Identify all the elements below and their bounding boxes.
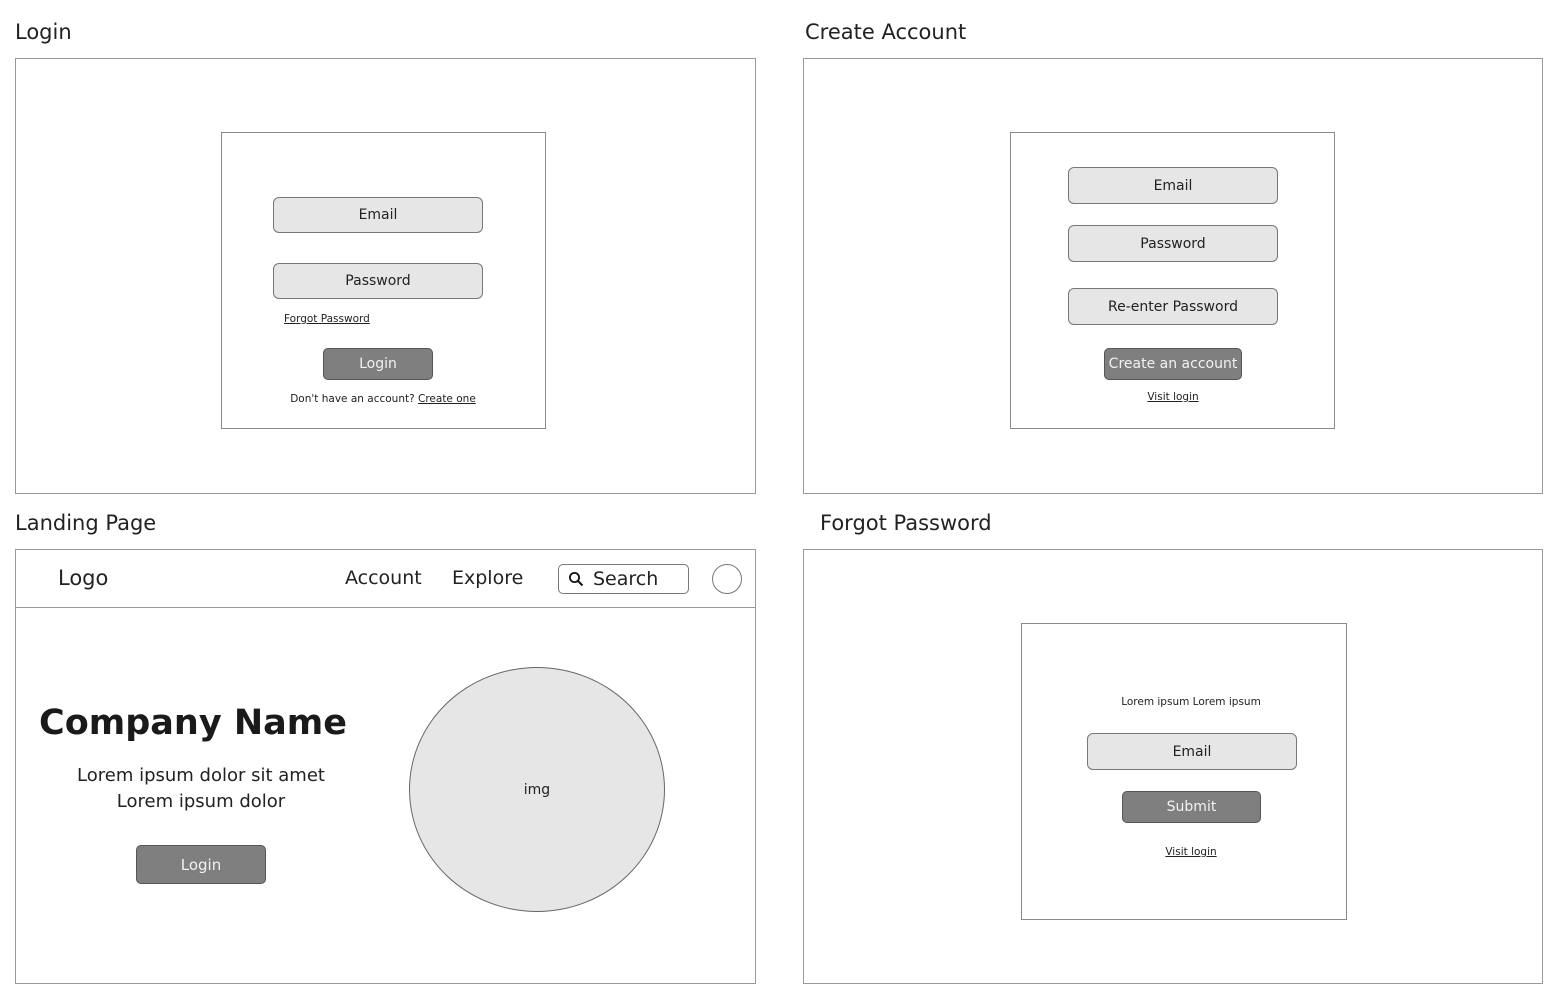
search-placeholder: Search xyxy=(593,568,659,590)
header-divider xyxy=(15,607,756,608)
email-field[interactable]: Email xyxy=(1068,167,1278,204)
visit-login-link[interactable]: Visit login xyxy=(1165,846,1216,858)
tagline-line-2: Lorem ipsum dolor xyxy=(116,791,286,812)
no-account-text: Don't have an account? xyxy=(290,393,415,405)
search-input[interactable]: Search xyxy=(558,564,689,594)
create-account-button[interactable]: Create an account xyxy=(1104,348,1242,380)
forgot-section-title: Forgot Password xyxy=(820,511,992,535)
nav-account[interactable]: Account xyxy=(345,567,422,589)
image-placeholder: img xyxy=(409,667,665,912)
signup-prompt: Don't have an account? Create one xyxy=(290,393,476,405)
landing-login-button[interactable]: Login xyxy=(136,845,266,884)
company-name: Company Name xyxy=(39,703,347,743)
tagline-line-1: Lorem ipsum dolor sit amet xyxy=(77,765,325,786)
visit-login-link[interactable]: Visit login xyxy=(1147,391,1198,403)
password-field[interactable]: Password xyxy=(273,263,483,299)
reenter-password-field[interactable]: Re-enter Password xyxy=(1068,288,1278,325)
search-icon xyxy=(569,572,584,587)
forgot-card xyxy=(1021,623,1347,920)
forgot-instructions: Lorem ipsum Lorem ipsum xyxy=(1121,696,1261,708)
create-account-section-title: Create Account xyxy=(805,20,967,44)
submit-button[interactable]: Submit xyxy=(1122,791,1261,823)
avatar[interactable] xyxy=(712,564,742,594)
landing-section-title: Landing Page xyxy=(15,511,157,535)
logo[interactable]: Logo xyxy=(58,566,108,590)
forgot-password-link[interactable]: Forgot Password xyxy=(284,313,370,325)
email-field[interactable]: Email xyxy=(1087,733,1297,770)
create-one-link[interactable]: Create one xyxy=(418,393,476,405)
email-field[interactable]: Email xyxy=(273,197,483,233)
login-section-title: Login xyxy=(15,20,72,44)
image-label: img xyxy=(523,781,551,798)
login-button[interactable]: Login xyxy=(323,348,433,380)
nav-explore[interactable]: Explore xyxy=(452,567,523,589)
password-field[interactable]: Password xyxy=(1068,225,1278,262)
